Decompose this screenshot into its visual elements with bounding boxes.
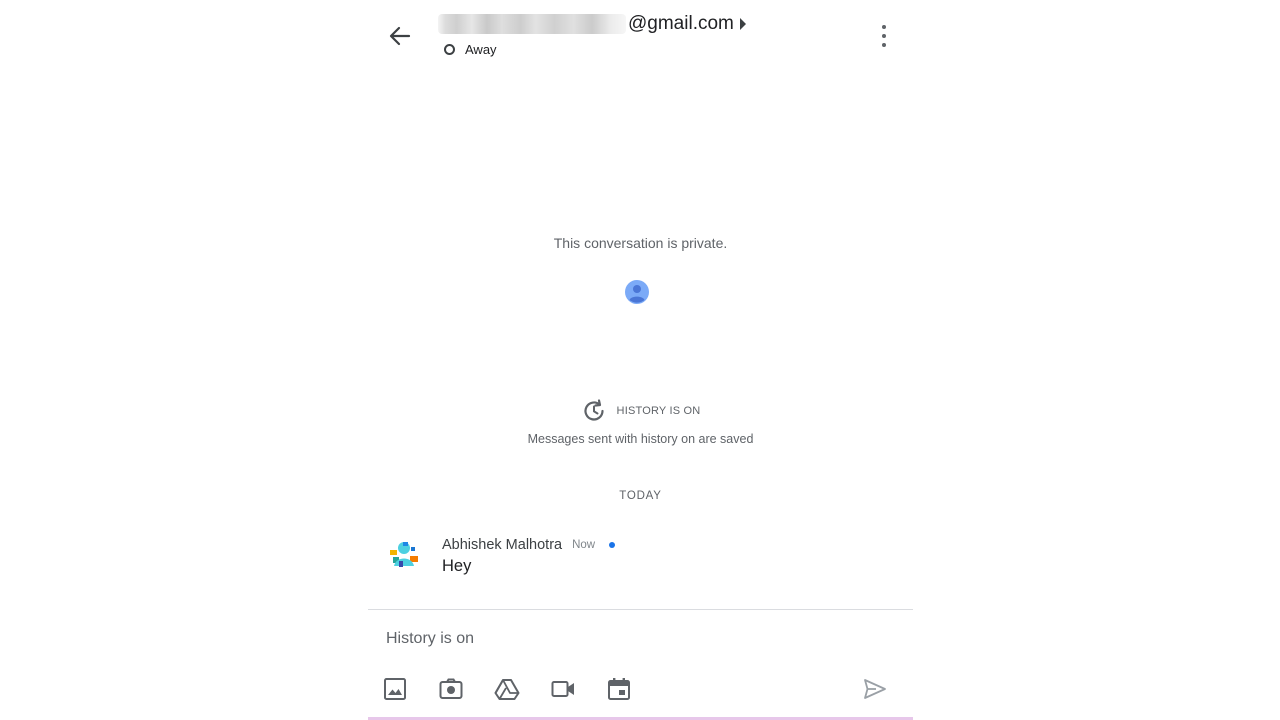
video-call-button[interactable]	[550, 676, 576, 702]
drive-icon	[494, 679, 520, 700]
send-button[interactable]	[862, 676, 888, 702]
presence-status: Away	[444, 42, 497, 57]
history-title: HISTORY IS ON	[616, 405, 701, 417]
camera-icon	[439, 678, 463, 699]
insert-image-button[interactable]	[382, 676, 408, 702]
status-label: Away	[465, 42, 497, 57]
calendar-invite-button[interactable]	[606, 676, 632, 702]
image-icon	[384, 678, 406, 700]
arrow-back-icon	[389, 26, 411, 46]
contact-email[interactable]: @gmail.com	[438, 10, 746, 38]
caret-right-icon	[739, 18, 746, 30]
history-icon	[583, 399, 604, 421]
redacted-email-username	[438, 14, 626, 34]
away-status-icon	[444, 44, 455, 55]
send-icon	[864, 679, 886, 699]
history-status: HISTORY IS ON	[368, 398, 913, 424]
composer-divider	[368, 609, 913, 610]
message-header: Abhishek Malhotra Now	[442, 537, 616, 553]
chat-screen: @gmail.com Away This conversation is pri…	[368, 0, 913, 720]
unread-indicator	[609, 542, 616, 548]
message-time: Now	[572, 539, 596, 551]
date-divider: TODAY	[619, 490, 662, 502]
person-avatar-icon	[625, 280, 649, 304]
back-button[interactable]	[386, 20, 414, 52]
private-conversation-notice: This conversation is private.	[553, 235, 728, 251]
history-subtitle: Messages sent with history on are saved	[527, 432, 754, 446]
camera-button[interactable]	[438, 676, 464, 702]
email-domain: @gmail.com	[628, 13, 734, 34]
calendar-icon	[608, 678, 630, 700]
more-options-button[interactable]	[876, 22, 892, 50]
google-drive-button[interactable]	[494, 676, 520, 702]
sender-avatar	[388, 538, 420, 570]
sender-name: Abhishek Malhotra	[442, 537, 563, 553]
message-input[interactable]	[386, 630, 866, 648]
message-text: Hey	[442, 557, 472, 575]
more-vert-icon	[882, 25, 886, 29]
video-icon	[551, 681, 574, 697]
